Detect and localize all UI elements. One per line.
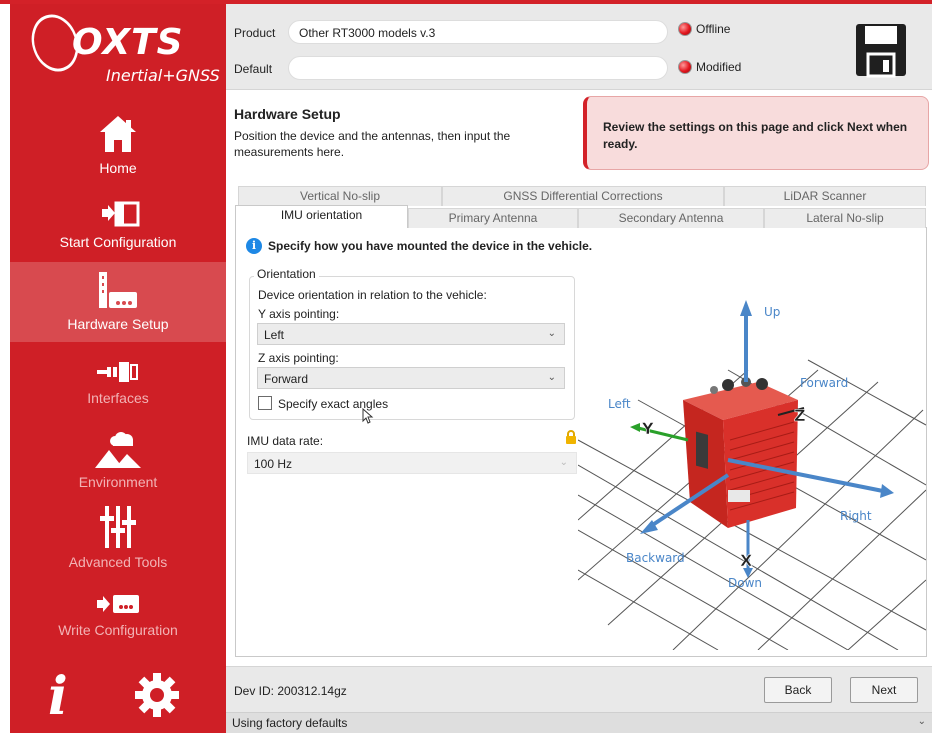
imu-rate-label: IMU data rate: (247, 434, 324, 448)
tab-primary-antenna[interactable]: Primary Antenna (408, 208, 578, 228)
tab-row-back: Vertical No-slip GNSS Differential Corre… (238, 186, 926, 206)
imu-rate-select[interactable]: 100 Hz ⌄ (247, 452, 577, 474)
sidebar-item-interfaces[interactable]: Interfaces (10, 358, 226, 406)
sidebar-item-hardware-setup[interactable]: Hardware Setup (10, 262, 226, 342)
product-field[interactable]: Other RT3000 models v.3 (288, 20, 668, 44)
mouse-cursor-icon (362, 408, 374, 424)
sidebar-item-environment[interactable]: Environment (10, 428, 226, 490)
sidebar-item-label: Write Configuration (58, 622, 178, 638)
axis-x-label: X (740, 551, 753, 570)
offline-status-text: Offline (696, 22, 731, 36)
label-left: Left (608, 397, 631, 411)
footer-bar: Dev ID: 200312.14gz Back Next (226, 666, 932, 712)
info-circle-icon: i (246, 238, 262, 254)
z-axis-label: Z axis pointing: (258, 351, 339, 365)
offline-status: Offline (678, 22, 730, 36)
tab-vertical-no-slip[interactable]: Vertical No-slip (238, 186, 442, 206)
tab-lateral-no-slip[interactable]: Lateral No-slip (764, 208, 926, 228)
notice-banner: Review the settings on this page and cli… (583, 96, 929, 170)
label-forward: Forward (800, 376, 848, 390)
sidebar-item-label: Interfaces (87, 390, 149, 406)
modified-status-text: Modified (696, 60, 742, 74)
tab-gnss-differential-corrections[interactable]: GNSS Differential Corrections (442, 186, 724, 206)
interfaces-icon (97, 362, 138, 382)
default-field[interactable] (288, 56, 668, 80)
axis-z-label: Z (794, 406, 806, 425)
orientation-visualization: Up Forward Left Right Backward Down Y Z … (578, 300, 926, 650)
y-axis-value: Left (264, 328, 285, 342)
z-axis-select[interactable]: Forward ⌄ (257, 367, 565, 389)
default-label: Default (234, 62, 273, 76)
oxts-logo: OXTS Inertial+GNSS (10, 8, 226, 94)
chevron-down-icon: ⌄ (917, 716, 926, 727)
sidebar-item-label: Advanced Tools (68, 554, 168, 570)
tab-row-front: IMU orientation Primary Antenna Secondar… (235, 205, 926, 228)
next-button[interactable]: Next (850, 677, 918, 703)
logo-text: OXTS (72, 22, 184, 63)
status-led-icon (678, 22, 692, 36)
orientation-description: Device orientation in relation to the ve… (258, 288, 487, 302)
sidebar-item-start-configuration[interactable]: Start Configuration (10, 200, 226, 250)
sidebar-footer: i (10, 662, 226, 732)
label-backward: Backward (626, 551, 685, 565)
tab-imu-orientation[interactable]: IMU orientation (235, 205, 408, 228)
status-bar-text: Using factory defaults (232, 716, 348, 730)
sidebar-item-write-configuration[interactable]: Write Configuration (10, 590, 226, 638)
sidebar-item-label: Environment (78, 474, 158, 490)
write-configuration-icon (97, 595, 139, 613)
y-axis-label: Y axis pointing: (258, 307, 340, 321)
advanced-tools-icon (100, 506, 136, 548)
logo-subtitle: Inertial+GNSS (106, 66, 220, 85)
label-right: Right (840, 509, 872, 523)
sidebar: OXTS Inertial+GNSS Home Start Configurat… (10, 4, 226, 733)
y-axis-select[interactable]: Left ⌄ (257, 323, 565, 345)
z-axis-value: Forward (264, 372, 309, 386)
label-down: Down (728, 576, 762, 590)
imu-rate-value: 100 Hz (254, 457, 293, 471)
imu-hint-text: Specify how you have mounted the device … (268, 239, 593, 253)
sidebar-item-label: Hardware Setup (67, 316, 169, 332)
back-button[interactable]: Back (764, 677, 832, 703)
chevron-down-icon: ⌄ (559, 457, 568, 468)
info-icon[interactable]: i (48, 666, 68, 727)
gear-icon[interactable] (132, 670, 182, 720)
device-id: Dev ID: 200312.14gz (234, 684, 347, 698)
device-box (683, 377, 798, 528)
modified-status: Modified (678, 60, 741, 74)
chevron-down-icon: ⌄ (547, 328, 556, 339)
sidebar-item-label: Start Configuration (59, 234, 177, 250)
imu-hint: i Specify how you have mounted the devic… (246, 238, 592, 254)
home-icon (100, 116, 136, 152)
chevron-down-icon: ⌄ (547, 372, 556, 383)
tab-lidar-scanner[interactable]: LiDAR Scanner (724, 186, 926, 206)
start-configuration-icon (102, 201, 140, 227)
hardware-setup-icon (99, 272, 137, 308)
status-bar[interactable]: Using factory defaults ⌄ (226, 712, 932, 733)
lock-icon (566, 430, 576, 444)
environment-icon (95, 432, 141, 468)
product-label: Product (234, 26, 276, 40)
sidebar-item-advanced-tools[interactable]: Advanced Tools (10, 502, 226, 570)
label-up: Up (764, 305, 780, 319)
axis-y-label: Y (641, 419, 654, 438)
page-title: Hardware Setup (234, 106, 341, 122)
header-bar: Product Other RT3000 models v.3 Default … (226, 4, 932, 90)
orientation-group-title: Orientation (254, 267, 319, 281)
exact-angles-checkbox[interactable] (258, 396, 272, 410)
page-description: Position the device and the antennas, th… (234, 129, 511, 159)
tab-secondary-antenna[interactable]: Secondary Antenna (578, 208, 764, 228)
sidebar-item-label: Home (99, 160, 137, 176)
status-led-icon (678, 60, 692, 74)
sidebar-item-home[interactable]: Home (10, 112, 226, 176)
save-icon[interactable] (854, 22, 908, 78)
